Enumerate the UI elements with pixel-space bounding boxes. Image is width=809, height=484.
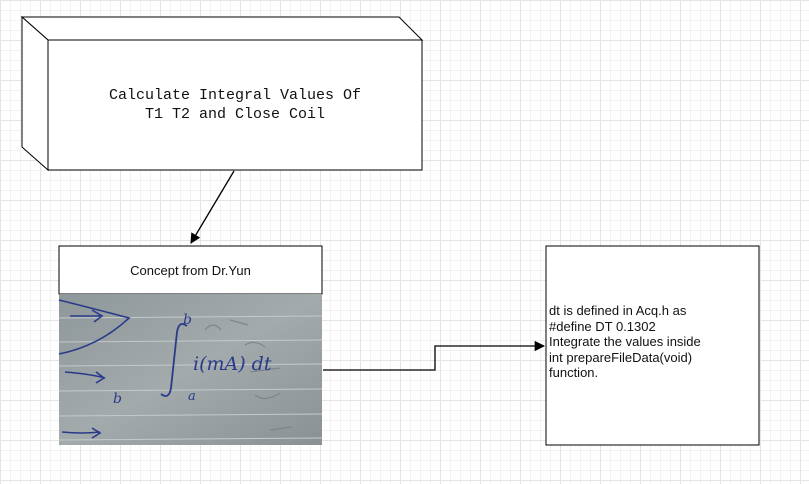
- side-letter-text: b: [113, 391, 122, 407]
- block-left-face: [21, 15, 49, 172]
- block-label: Calculate Integral Values Of T1 T2 and C…: [108, 87, 362, 123]
- integrand-text: i(mA) dt: [193, 353, 272, 375]
- concept-to-note-connector: [323, 340, 546, 371]
- block-to-concept-arrow: [190, 170, 235, 244]
- lower-limit-text: a: [188, 389, 196, 404]
- note-text: dt is defined in Acq.h as #define DT 0.1…: [549, 303, 701, 380]
- block-top-face: [20, 16, 424, 41]
- concept-title: Concept from Dr.Yun: [130, 262, 251, 278]
- upper-limit-text: b: [183, 312, 192, 328]
- handwritten-photo: b a i(mA) dt b: [58, 294, 323, 445]
